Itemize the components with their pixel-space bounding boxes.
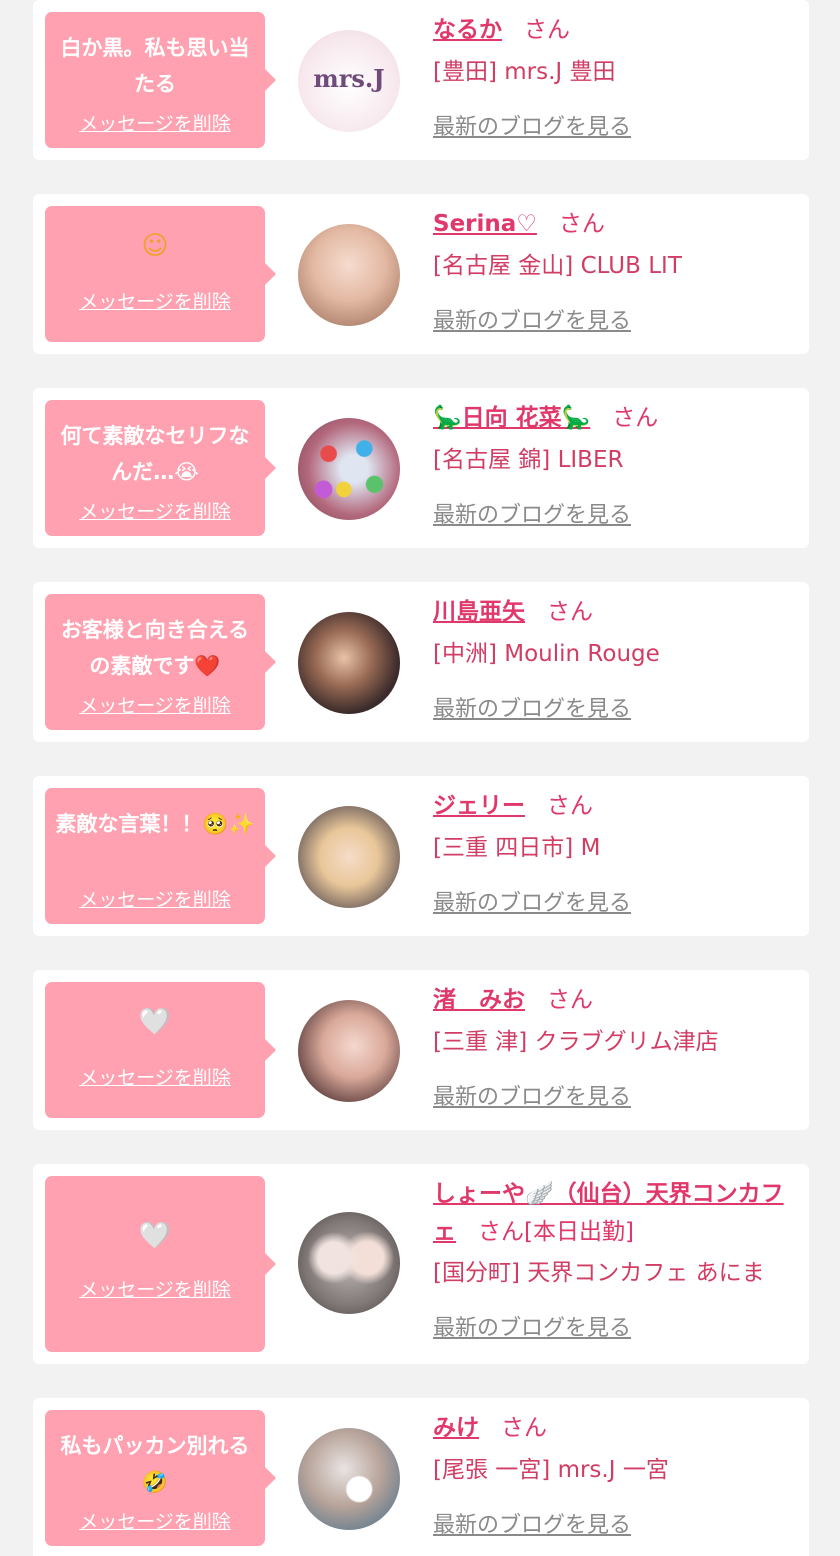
avatar[interactable]: mrs.J	[298, 30, 400, 132]
shop-label: [中洲] Moulin Rouge	[433, 641, 660, 667]
delete-message-link[interactable]: メッセージを削除	[45, 497, 265, 524]
delete-message-link[interactable]: メッセージを削除	[45, 287, 265, 314]
delete-message-link[interactable]: メッセージを削除	[45, 1063, 265, 1090]
shop-label: [名古屋 錦] LIBER	[433, 447, 624, 473]
cast-info: みけ さん [尾張 一宮] mrs.J 一宮 最新のブログを見る	[433, 1410, 798, 1539]
blog-link[interactable]: 最新のブログを見る	[433, 885, 631, 917]
message-card: 🤍 メッセージを削除 しょーや🪽（仙台）天界コンカフェ さん[本日出勤] [国分町…	[33, 1164, 809, 1364]
cast-name-link[interactable]: Serina♡	[433, 211, 537, 237]
shop-label: [国分町] 天界コンカフェ あにま	[433, 1260, 765, 1286]
avatar[interactable]	[298, 1000, 400, 1102]
message-bubble: 🤍 メッセージを削除	[45, 1176, 276, 1352]
avatar[interactable]	[298, 418, 400, 520]
cast-name-link[interactable]: 川島亜矢	[433, 599, 525, 625]
message-card: 何て素敵なセリフなんだ…😭 メッセージを削除 🦕日向 花菜🦕 さん [名古屋 錦]…	[33, 388, 809, 548]
cast-info: なるか さん [豊田] mrs.J 豊田 最新のブログを見る	[433, 12, 798, 141]
blog-link[interactable]: 最新のブログを見る	[433, 497, 631, 529]
blog-link[interactable]: 最新のブログを見る	[433, 691, 631, 723]
honorific: さん[本日出勤]	[478, 1219, 634, 1245]
blog-link[interactable]: 最新のブログを見る	[433, 1310, 631, 1342]
message-card: お客様と向き合えるの素敵です❤️ メッセージを削除 川島亜矢 さん [中洲] Mo…	[33, 582, 809, 742]
honorific: さん	[612, 405, 659, 431]
delete-message-link[interactable]: メッセージを削除	[45, 1507, 265, 1534]
message-text: お客様と向き合えるの素敵です❤️	[60, 618, 250, 678]
message-bubble: 🤍 メッセージを削除	[45, 982, 276, 1118]
delete-message-link[interactable]: メッセージを削除	[45, 109, 265, 136]
blog-link[interactable]: 最新のブログを見る	[433, 1507, 631, 1539]
blog-link[interactable]: 最新のブログを見る	[433, 109, 631, 141]
message-bubble: 私もパッカン別れる🤣 メッセージを削除	[45, 1410, 276, 1546]
message-bubble: ☺ メッセージを削除	[45, 206, 276, 342]
message-bubble: 何て素敵なセリフなんだ…😭 メッセージを削除	[45, 400, 276, 536]
honorific: さん	[547, 599, 593, 625]
message-text: ☺	[141, 231, 169, 261]
blog-link[interactable]: 最新のブログを見る	[433, 1079, 631, 1111]
avatar[interactable]	[298, 806, 400, 908]
message-card: 🤍 メッセージを削除 渚 みお さん [三重 津] クラブグリム津店 最新のブログ…	[33, 970, 809, 1130]
message-bubble: お客様と向き合えるの素敵です❤️ メッセージを削除	[45, 594, 276, 730]
message-bubble: 白か黒。私も思い当たる メッセージを削除	[45, 12, 276, 148]
cast-info: Serina♡ さん [名古屋 金山] CLUB LIT 最新のブログを見る	[433, 206, 798, 335]
message-text: 私もパッカン別れる🤣	[60, 1434, 250, 1494]
message-text: 素敵な言葉！！🥺✨	[55, 812, 255, 836]
shop-label: [三重 津] クラブグリム津店	[433, 1029, 719, 1055]
message-card: 素敵な言葉！！🥺✨ メッセージを削除 ジェリー さん [三重 四日市] M 最新の…	[33, 776, 809, 936]
cast-info: 渚 みお さん [三重 津] クラブグリム津店 最新のブログを見る	[433, 982, 798, 1111]
shop-label: [名古屋 金山] CLUB LIT	[433, 253, 682, 279]
message-text: 白か黒。私も思い当たる	[60, 36, 250, 96]
message-text: 🤍	[138, 1221, 172, 1251]
cast-name-link[interactable]: なるか	[433, 17, 502, 43]
honorific: さん	[501, 1415, 547, 1441]
avatar[interactable]	[298, 224, 400, 326]
message-text: 🤍	[138, 1007, 172, 1037]
cast-info: しょーや🪽（仙台）天界コンカフェ さん[本日出勤] [国分町] 天界コンカフェ あ…	[433, 1176, 798, 1342]
avatar[interactable]	[298, 1428, 400, 1530]
honorific: さん	[524, 17, 570, 43]
shop-label: [豊田] mrs.J 豊田	[433, 59, 616, 85]
cast-info: 川島亜矢 さん [中洲] Moulin Rouge 最新のブログを見る	[433, 594, 798, 723]
honorific: さん	[547, 987, 593, 1013]
cast-name-link[interactable]: 渚 みお	[433, 987, 525, 1013]
honorific: さん	[558, 211, 605, 237]
honorific: さん	[547, 793, 593, 819]
avatar[interactable]	[298, 612, 400, 714]
avatar-logo: mrs.J	[313, 64, 385, 93]
cast-info: 🦕日向 花菜🦕 さん [名古屋 錦] LIBER 最新のブログを見る	[433, 400, 798, 529]
shop-label: [尾張 一宮] mrs.J 一宮	[433, 1457, 669, 1483]
cast-name-link[interactable]: みけ	[433, 1415, 479, 1441]
cast-info: ジェリー さん [三重 四日市] M 最新のブログを見る	[433, 788, 798, 917]
delete-message-link[interactable]: メッセージを削除	[45, 1275, 265, 1302]
delete-message-link[interactable]: メッセージを削除	[45, 691, 265, 718]
delete-message-link[interactable]: メッセージを削除	[45, 885, 265, 912]
cast-name-link[interactable]: ジェリー	[433, 793, 525, 819]
shop-label: [三重 四日市] M	[433, 835, 601, 861]
avatar[interactable]	[298, 1212, 400, 1314]
cast-name-link[interactable]: 🦕日向 花菜🦕	[433, 405, 590, 431]
message-bubble: 素敵な言葉！！🥺✨ メッセージを削除	[45, 788, 276, 924]
message-text: 何て素敵なセリフなんだ…😭	[60, 424, 250, 484]
message-card: ☺ メッセージを削除 Serina♡ さん [名古屋 金山] CLUB LIT 最…	[33, 194, 809, 354]
message-card: 白か黒。私も思い当たる メッセージを削除 mrs.J なるか さん [豊田] mr…	[33, 0, 809, 160]
message-card: 私もパッカン別れる🤣 メッセージを削除 みけ さん [尾張 一宮] mrs.J 一…	[33, 1398, 809, 1556]
blog-link[interactable]: 最新のブログを見る	[433, 303, 631, 335]
